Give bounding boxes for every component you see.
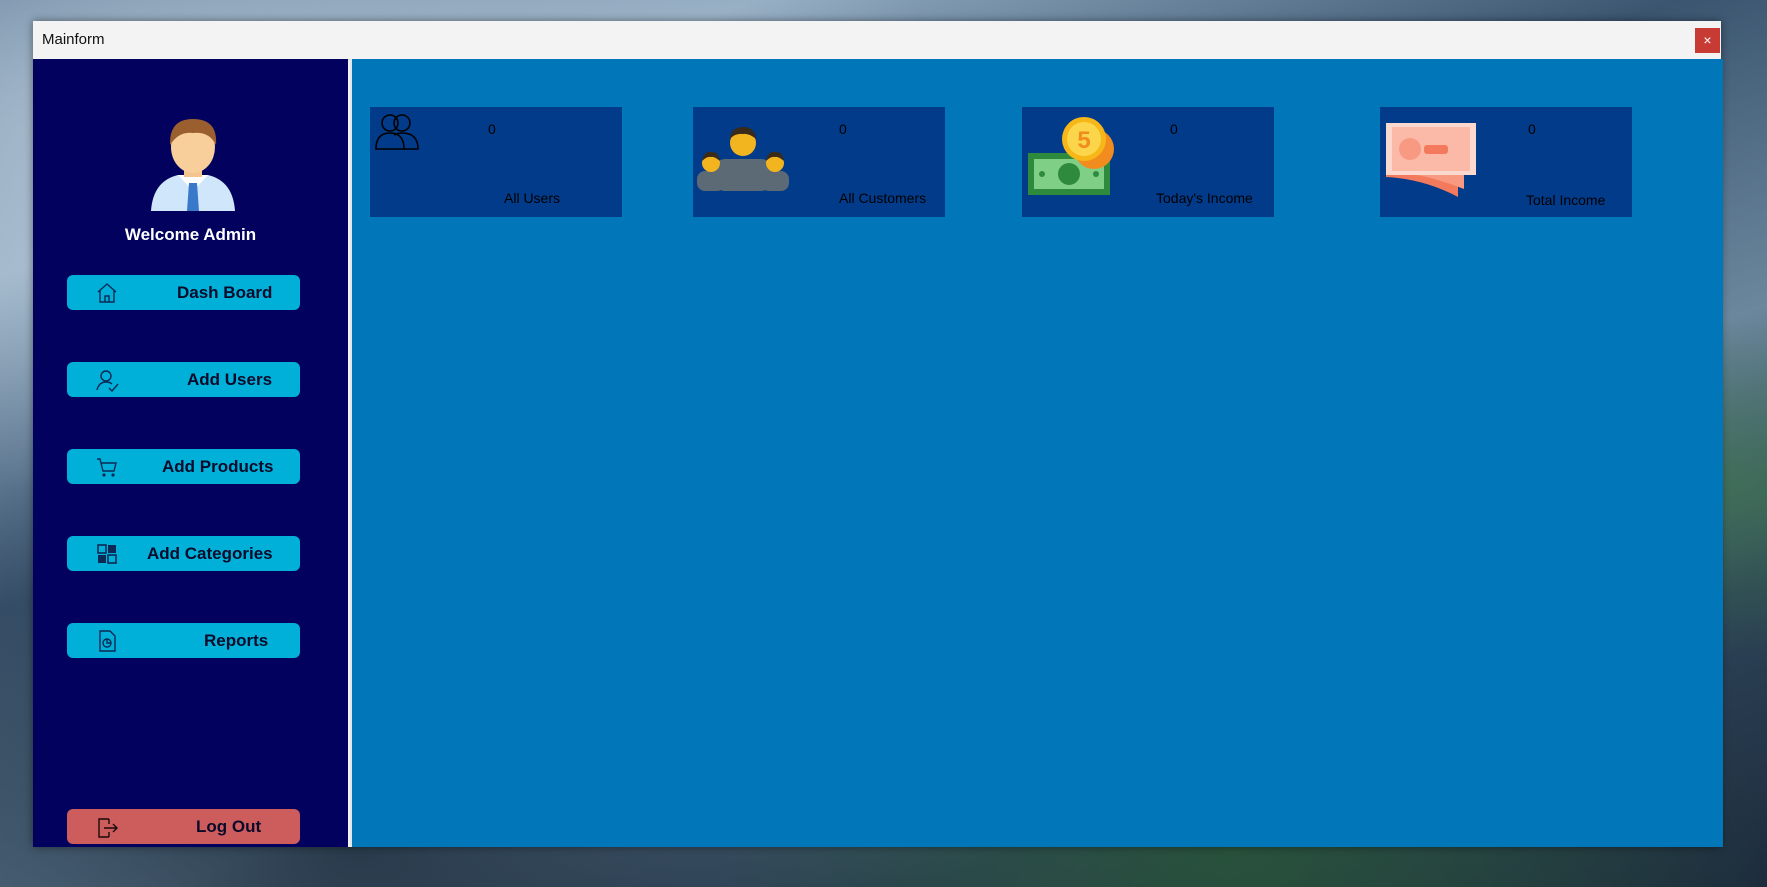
all-users-caption: All Users — [504, 190, 561, 206]
close-button[interactable]: × — [1695, 28, 1720, 53]
home-icon — [97, 283, 117, 303]
title-bar[interactable]: Mainform × — [33, 21, 1721, 60]
nav-add-categories-button[interactable]: Add Categories — [67, 536, 300, 571]
customers-icon — [697, 127, 789, 191]
all-customers-caption: All Customers — [839, 190, 927, 206]
users-outline-icon — [375, 114, 419, 150]
total-income-count: 0 — [1528, 121, 1536, 137]
nav-reports-button[interactable]: Reports — [67, 623, 300, 658]
nav-reports-label: Reports — [204, 631, 269, 650]
nav-add-users-button[interactable]: Add Users — [67, 362, 300, 397]
report-icon — [99, 630, 116, 652]
window-title: Mainform — [42, 31, 105, 48]
all-users-count: 0 — [488, 121, 496, 137]
logout-icon — [98, 818, 118, 838]
todays-income-caption: Today's Income — [1156, 190, 1253, 206]
total-income-card[interactable]: 0 Total Income — [1380, 107, 1632, 217]
nav-add-products-button[interactable]: Add Products — [67, 449, 300, 484]
nav-dashboard-button[interactable]: Dash Board — [67, 275, 300, 310]
sidebar: Welcome Admin Dash Board Add Users Add P… — [33, 59, 348, 847]
nav-add-users-label: Add Users — [187, 370, 273, 389]
all-customers-count: 0 — [839, 121, 847, 137]
nav-add-categories-label: Add Categories — [147, 544, 273, 563]
todays-income-card[interactable]: 5 0 Today's Income — [1022, 107, 1274, 217]
logout-button[interactable]: Log Out — [67, 809, 300, 844]
dashboard-content: 0 All Users 0 All Customers 5 0 Today's … — [350, 59, 1723, 847]
welcome-label: Welcome Admin — [124, 225, 257, 244]
categories-icon — [97, 544, 117, 564]
admin-avatar — [151, 119, 235, 211]
all-users-card[interactable]: 0 All Users — [370, 107, 622, 217]
svg-text:5: 5 — [1077, 127, 1090, 154]
logout-label: Log Out — [196, 817, 262, 836]
nav-add-products-label: Add Products — [162, 457, 274, 476]
money-coins-icon: 5 — [1028, 117, 1114, 195]
all-customers-card[interactable]: 0 All Customers — [693, 107, 945, 217]
main-window: Mainform × Welcome Admin Dash Board Add … — [33, 21, 1723, 847]
total-income-caption: Total Income — [1526, 192, 1606, 208]
bills-icon — [1386, 123, 1476, 197]
user-icon — [96, 370, 119, 392]
cart-icon — [97, 458, 117, 477]
todays-income-count: 0 — [1170, 121, 1178, 137]
nav-dashboard-label: Dash Board — [177, 283, 273, 302]
